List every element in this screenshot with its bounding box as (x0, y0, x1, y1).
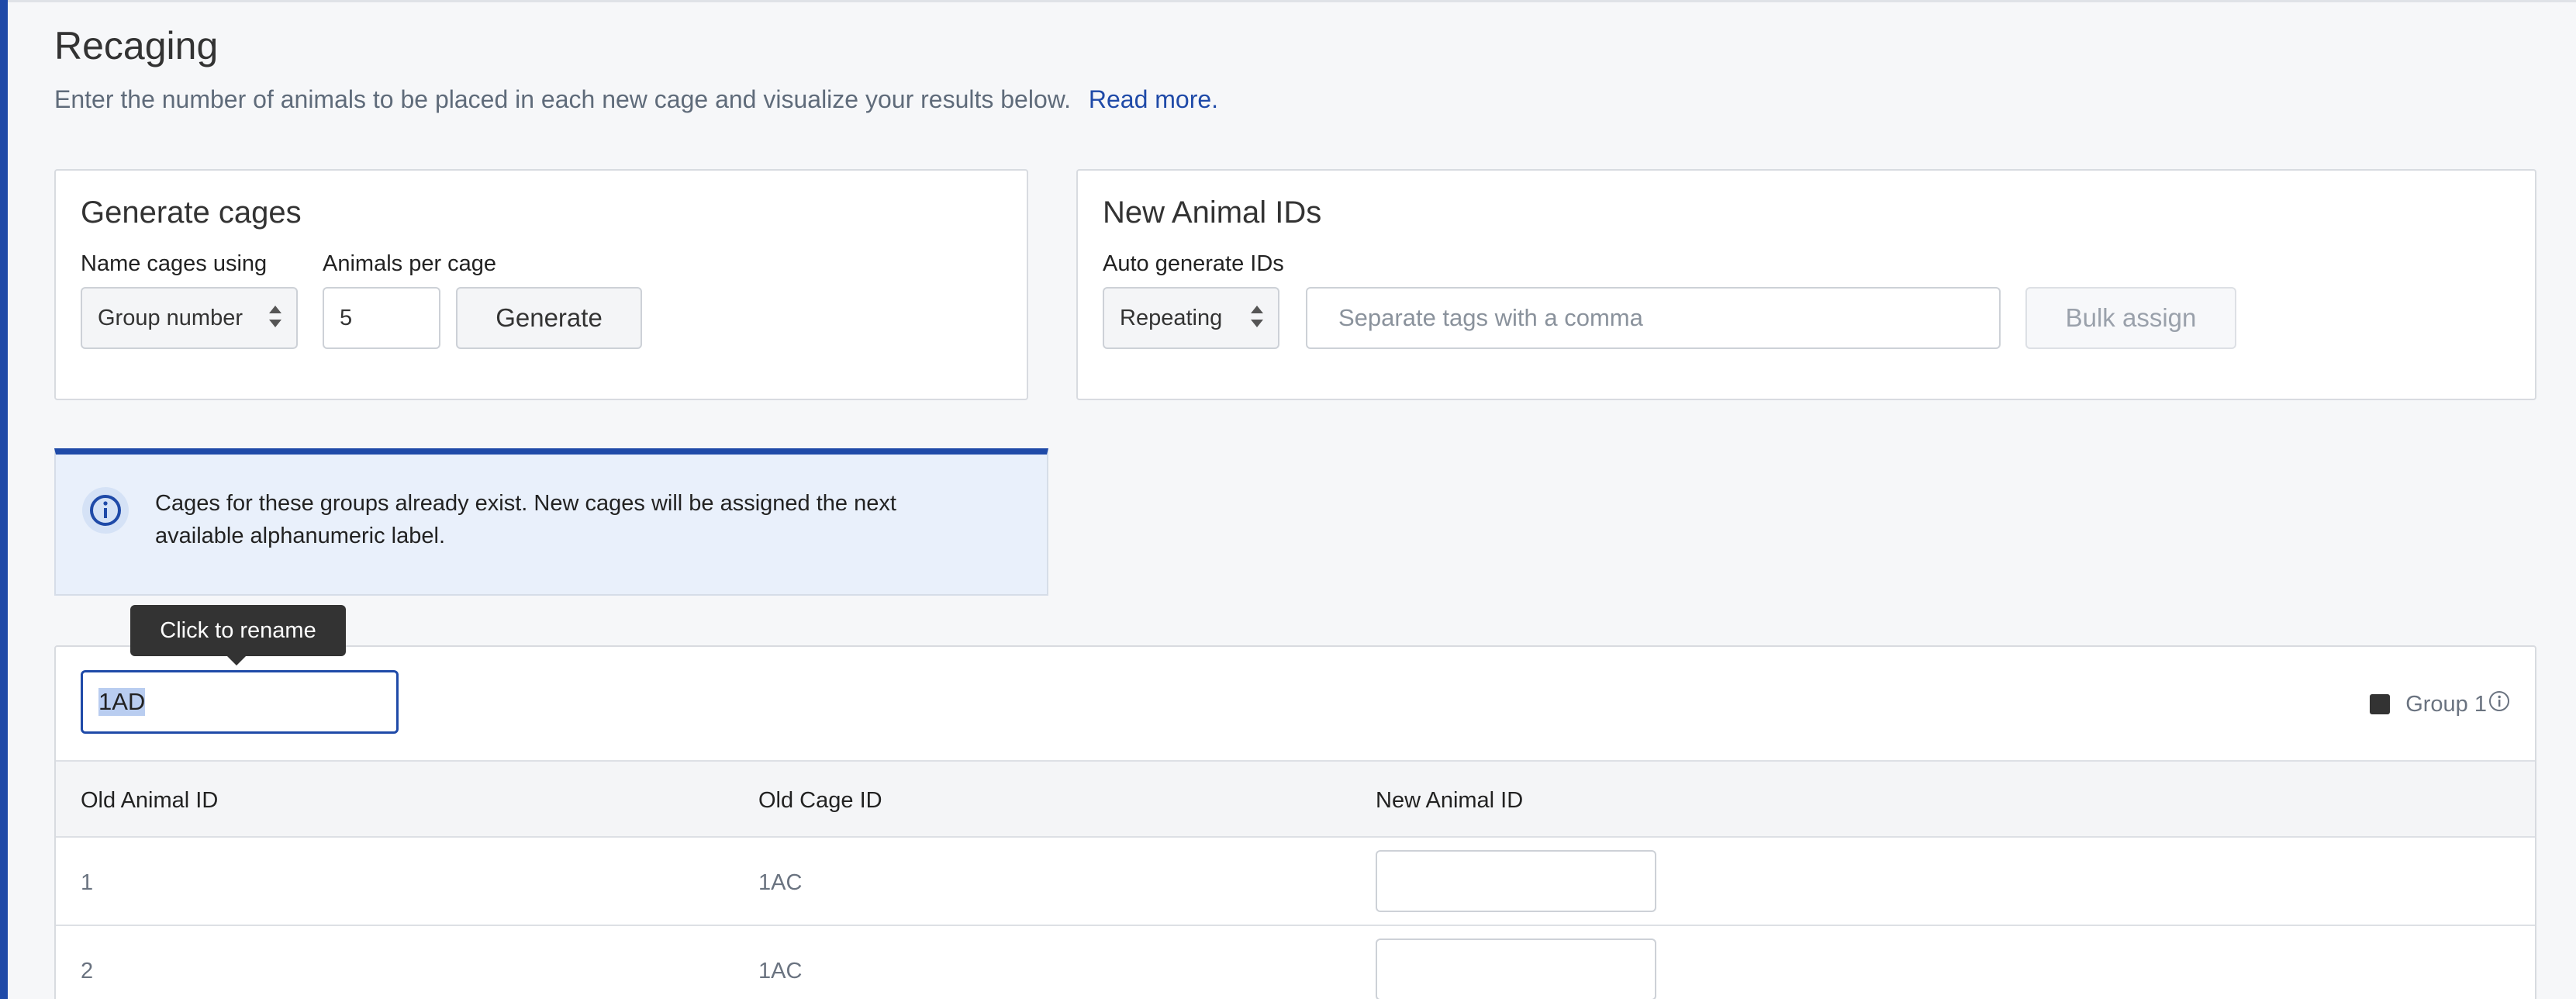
generate-cages-title: Generate cages (81, 195, 302, 230)
auto-generate-value: Repeating (1120, 305, 1223, 330)
group-legend: Group 1 (2370, 690, 2510, 718)
group-label: Group 1 (2405, 691, 2487, 717)
left-accent-bar (0, 0, 8, 999)
table-header: Old Animal ID Old Cage ID New Animal ID (56, 760, 2535, 838)
new-animal-id-input[interactable] (1376, 850, 1656, 912)
subtitle-text: Enter the number of animals to be placed… (54, 85, 1071, 113)
generate-button[interactable]: Generate (456, 287, 642, 349)
old-cage-id-cell: 1AC (758, 959, 803, 983)
old-animal-id-cell: 1 (81, 870, 94, 895)
new-animal-ids-title: New Animal IDs (1103, 195, 1322, 230)
cage-table-panel: 1AD Group 1 Old Animal ID Old Cage ID Ne… (54, 645, 2536, 999)
cage-name-input[interactable]: 1AD (81, 670, 399, 734)
table-row: 2 1AC (56, 926, 2535, 999)
generate-cages-panel: Generate cages Name cages using Animals … (54, 169, 1028, 400)
page-subtitle: Enter the number of animals to be placed… (54, 85, 1218, 114)
info-circle-icon (82, 487, 129, 534)
column-header-new-animal-id: New Animal ID (1376, 788, 1524, 813)
table-row: 1 1AC (56, 838, 2535, 926)
old-cage-id-cell: 1AC (758, 870, 803, 895)
info-notice: Cages for these groups already exist. Ne… (54, 448, 1048, 596)
tags-input[interactable] (1306, 287, 2001, 349)
name-cages-label: Name cages using (81, 251, 268, 276)
auto-generate-label: Auto generate IDs (1103, 251, 1284, 276)
auto-generate-select[interactable]: Repeating (1103, 287, 1279, 349)
old-animal-id-cell: 2 (81, 959, 94, 983)
page-title: Recaging (54, 24, 219, 67)
read-more-link[interactable]: Read more. (1089, 85, 1218, 113)
info-notice-text: Cages for these groups already exist. Ne… (155, 491, 896, 548)
info-circle-icon[interactable] (2488, 690, 2510, 718)
new-animal-ids-panel: New Animal IDs Auto generate IDs Repeati… (1076, 169, 2536, 400)
column-header-old-animal-id: Old Animal ID (81, 788, 219, 813)
new-animal-id-input[interactable] (1376, 939, 1656, 999)
chevron-up-down-icon (1250, 306, 1264, 334)
animals-per-cage-input[interactable] (323, 287, 440, 349)
animals-per-cage-label: Animals per cage (323, 251, 497, 276)
column-header-old-cage-id: Old Cage ID (758, 788, 882, 813)
cage-name-selected-text: 1AD (98, 688, 146, 716)
bulk-assign-button[interactable]: Bulk assign (2025, 287, 2236, 349)
group-color-swatch (2370, 694, 2391, 714)
top-divider (8, 0, 2576, 2)
chevron-up-down-icon (268, 306, 282, 334)
name-cages-value: Group number (98, 305, 243, 330)
name-cages-select[interactable]: Group number (81, 287, 298, 349)
rename-tooltip: Click to rename (130, 605, 346, 665)
